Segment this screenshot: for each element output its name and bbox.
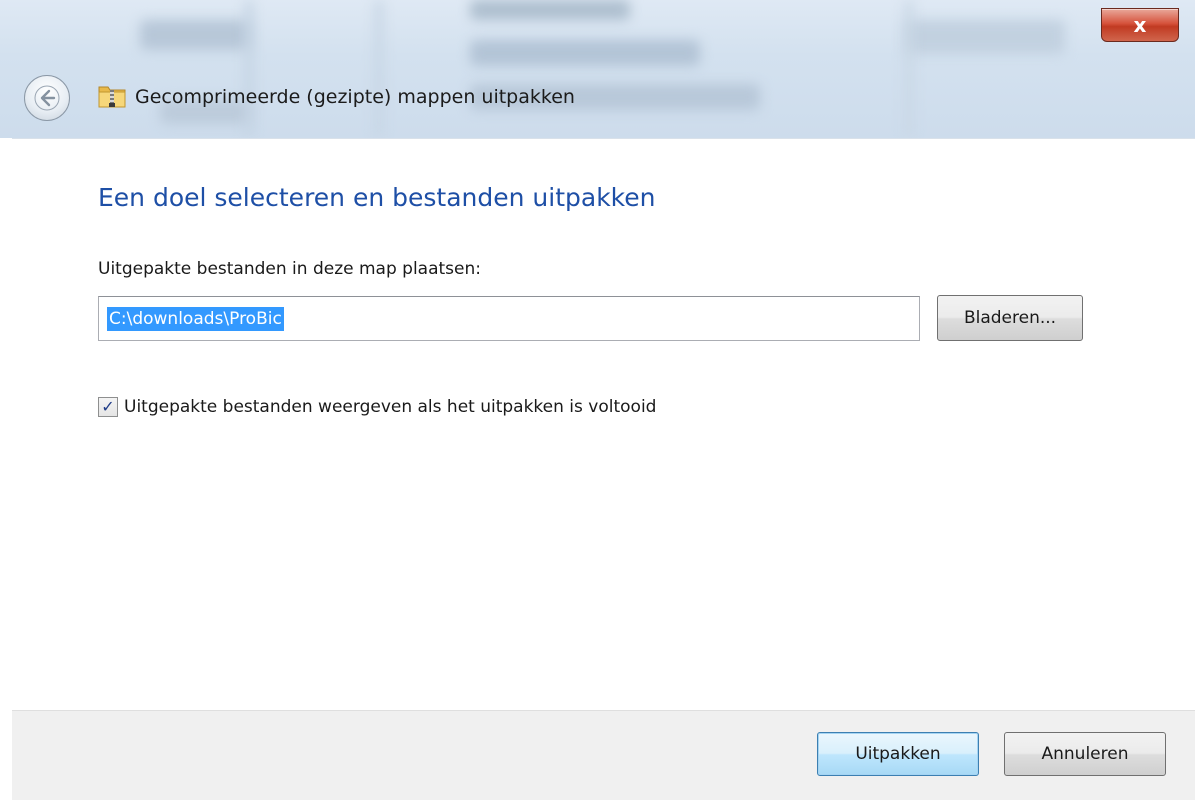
- close-button[interactable]: x: [1101, 8, 1179, 42]
- window-title: Gecomprimeerde (gezipte) mappen uitpakke…: [135, 86, 575, 108]
- show-files-label: Uitgepakte bestanden weergeven als het u…: [124, 397, 657, 417]
- destination-path-value: C:\downloads\ProBic: [107, 306, 284, 331]
- dialog-content: Een doel selecteren en bestanden uitpakk…: [12, 138, 1195, 710]
- background-blur: [905, 0, 913, 138]
- page-title: Een doel selecteren en bestanden uitpakk…: [98, 183, 656, 212]
- background-blur: [470, 0, 630, 20]
- destination-path-input[interactable]: C:\downloads\ProBic: [98, 296, 920, 341]
- background-blur: [245, 0, 253, 138]
- extract-button[interactable]: Uitpakken: [817, 732, 979, 776]
- aero-title-area: x Gecomprimeerde (gezipte) mappen uitpak…: [0, 0, 1195, 138]
- background-blur: [470, 40, 700, 66]
- cancel-button[interactable]: Annuleren: [1004, 732, 1166, 776]
- show-files-checkbox[interactable]: ✓: [98, 397, 118, 417]
- background-blur: [375, 0, 383, 138]
- back-button[interactable]: [24, 75, 70, 121]
- show-files-option[interactable]: ✓ Uitgepakte bestanden weergeven als het…: [98, 397, 656, 417]
- dialog-footer: Uitpakken Annuleren: [12, 710, 1195, 800]
- back-arrow-icon: [34, 85, 60, 111]
- checkmark-icon: ✓: [101, 397, 115, 416]
- browse-button[interactable]: Bladeren...: [937, 295, 1083, 341]
- destination-label: Uitgepakte bestanden in deze map plaatse…: [98, 259, 481, 279]
- close-icon: x: [1133, 13, 1147, 37]
- background-blur: [140, 20, 250, 50]
- zip-folder-icon: [98, 86, 126, 108]
- background-blur: [905, 20, 1065, 54]
